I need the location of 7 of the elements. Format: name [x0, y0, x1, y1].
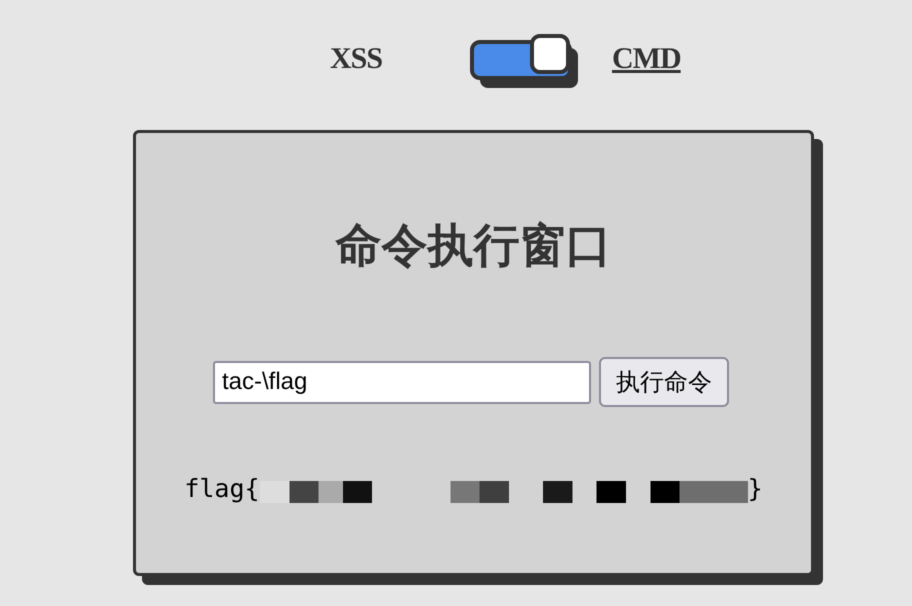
mode-label[interactable]: CMD: [612, 42, 752, 76]
toggle-switch[interactable]: [470, 34, 580, 90]
command-output: flag{ }: [184, 473, 763, 503]
run-button[interactable]: 执行命令: [599, 357, 729, 407]
command-input[interactable]: tac-\flag: [213, 360, 591, 404]
panel-title: 命令执行窗口: [336, 217, 612, 274]
mode-label[interactable]: XSS: [330, 42, 470, 76]
